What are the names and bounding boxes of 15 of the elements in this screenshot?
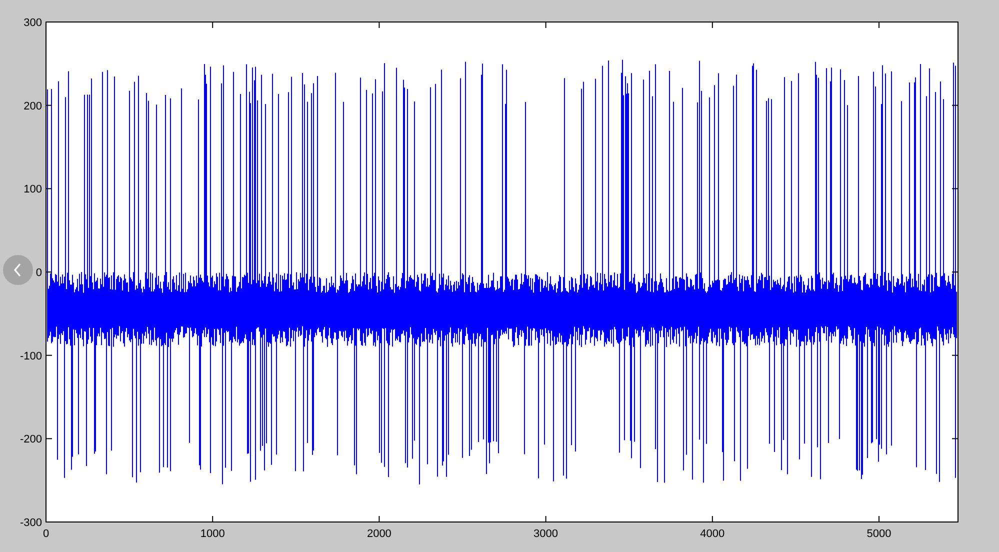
chevron-left-icon xyxy=(13,263,23,277)
y-tick-label: 200 xyxy=(24,100,42,112)
y-tick-label: -200 xyxy=(20,434,42,446)
y-tick-label: -100 xyxy=(20,350,42,362)
x-tick-label: 2000 xyxy=(366,528,392,540)
y-tick-label: 300 xyxy=(24,17,42,29)
x-tick-label: 4000 xyxy=(700,528,725,540)
x-tick-label: 5000 xyxy=(866,528,892,540)
previous-button[interactable] xyxy=(3,255,33,285)
y-tick-label: 100 xyxy=(24,184,42,196)
y-tick-label: -300 xyxy=(20,517,42,529)
y-tick-label: 0 xyxy=(36,267,42,279)
x-tick-label: 3000 xyxy=(534,528,558,540)
x-tick-label: 1000 xyxy=(200,528,225,540)
x-tick-label: 0 xyxy=(42,528,50,540)
